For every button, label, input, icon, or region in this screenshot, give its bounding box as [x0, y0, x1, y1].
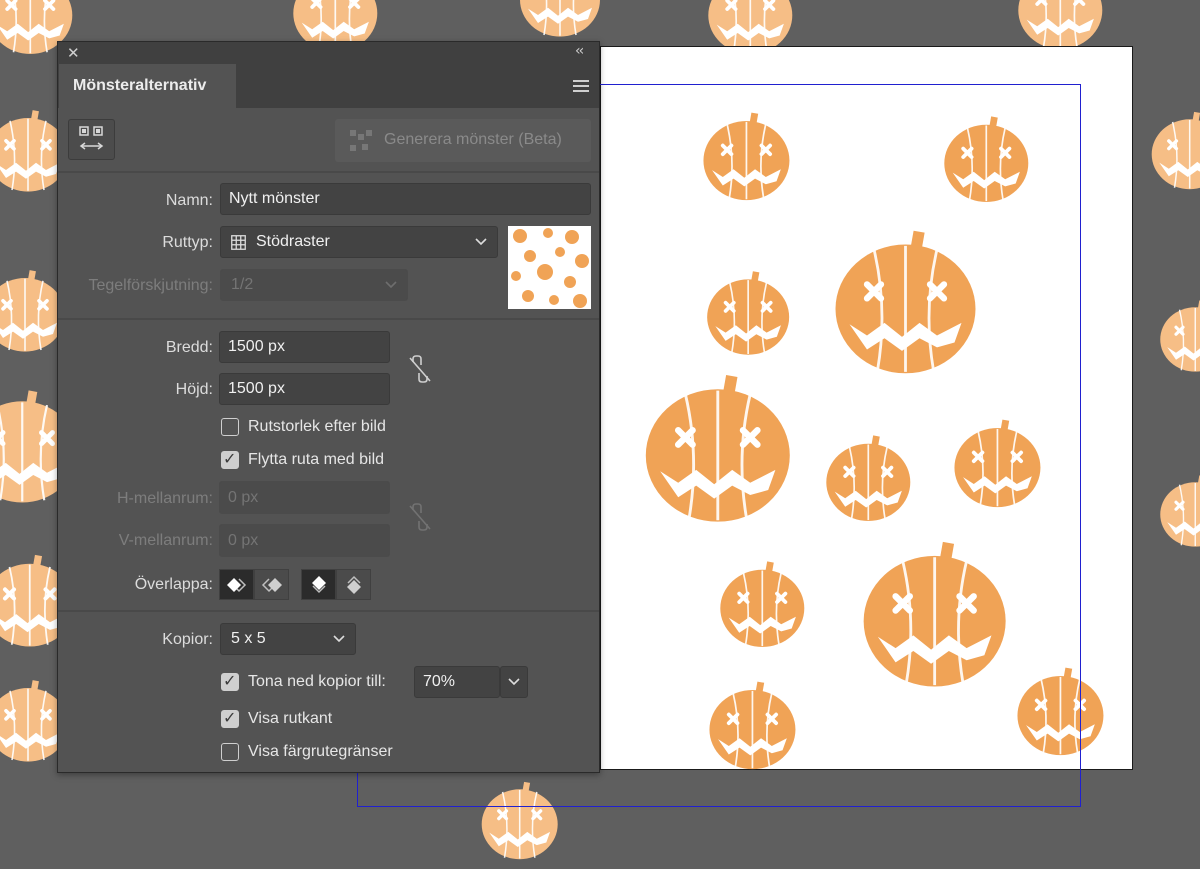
width-value: 1500 px: [228, 338, 285, 355]
pumpkin-copy: [514, 0, 606, 46]
width-field[interactable]: 1500 px: [219, 331, 390, 363]
unlinked-proportions-icon[interactable]: [407, 354, 433, 384]
pattern-preview-thumbnail: [508, 226, 591, 309]
show-tile-edge-label: Visa rutkant: [248, 710, 333, 727]
unlinked-spacing-icon[interactable]: [407, 502, 433, 532]
chevron-down-icon: [475, 238, 487, 246]
height-label: Höjd:: [175, 381, 213, 398]
pattern-preview-image: [511, 228, 589, 308]
brick-offset-label: Tegelförskjutning:: [88, 277, 213, 294]
show-swatch-bounds-label: Visa färgrutegränser: [248, 743, 393, 760]
divider: [58, 171, 599, 173]
v-spacing-value: 0 px: [228, 531, 259, 549]
pumpkin-copy: [1155, 295, 1200, 381]
tile-type-select[interactable]: Stödraster: [220, 226, 498, 258]
overlap-label: Överlappa:: [134, 576, 213, 593]
copies-value: 5 x 5: [231, 630, 266, 647]
close-icon[interactable]: ✕: [67, 44, 80, 62]
show-tile-edge-checkbox[interactable]: [221, 708, 239, 728]
dim-copies-field[interactable]: 70%: [414, 666, 500, 698]
panel-titlebar: [58, 42, 599, 64]
overlap-bottom-in-front-button[interactable]: [336, 569, 371, 600]
height-value: 1500 px: [228, 380, 285, 397]
chevron-down-icon: [385, 281, 397, 289]
size-tile-to-art-checkbox[interactable]: [221, 418, 239, 436]
h-spacing-field[interactable]: 0 px: [219, 481, 390, 514]
h-spacing-value: 0 px: [228, 488, 259, 506]
grid-icon: [231, 234, 246, 250]
pattern-tile-tool-icon: [79, 126, 104, 150]
name-label: Namn:: [165, 192, 213, 209]
dim-copies-label: Tona ned kopior till:: [248, 673, 386, 690]
generate-pattern-button[interactable]: Generera mönster (Beta): [335, 119, 591, 162]
divider: [58, 610, 599, 612]
chevron-down-icon: [333, 635, 345, 643]
brick-offset-value: 1/2: [231, 276, 254, 293]
overlap-left-in-front-icon: [226, 577, 246, 592]
move-tile-with-art-checkbox[interactable]: [221, 449, 239, 469]
dim-copies-checkbox[interactable]: [221, 671, 239, 691]
overlap-bottom-in-front-icon: [346, 575, 361, 594]
move-tile-with-art-label: Flytta ruta med bild: [248, 451, 385, 468]
size-tile-to-art-label: Rutstorlek efter bild: [248, 418, 386, 435]
pattern-tile-tool-button[interactable]: [68, 119, 115, 160]
overlap-top-in-front-icon: [311, 575, 326, 593]
overlap-right-in-front-button[interactable]: [254, 569, 289, 600]
show-swatch-bounds-checkbox[interactable]: [221, 743, 239, 761]
overlap-top-in-front-button[interactable]: [301, 569, 336, 600]
divider: [58, 318, 599, 320]
pattern-options-panel: ✕ ‹‹ Mönsteralternativ Generera mönster …: [57, 41, 600, 773]
name-value: Nytt mönster: [229, 190, 320, 207]
panel-menu-icon[interactable]: [573, 80, 589, 92]
name-field[interactable]: Nytt mönster: [220, 183, 591, 215]
v-spacing-label: V-mellanrum:: [118, 532, 213, 549]
pumpkin-copy: [1155, 470, 1200, 556]
tab-pattern-options[interactable]: Mönsteralternativ: [59, 64, 236, 108]
copies-select[interactable]: 5 x 5: [220, 623, 356, 655]
pumpkin-copy: [1146, 106, 1200, 198]
width-label: Bredd:: [165, 339, 213, 356]
generate-pattern-label: Generera mönster (Beta): [384, 131, 562, 148]
dim-copies-value: 70%: [423, 673, 456, 690]
chevron-down-icon: [508, 678, 520, 686]
brick-offset-select[interactable]: 1/2: [220, 269, 408, 301]
dim-copies-dropdown[interactable]: [500, 666, 528, 698]
h-spacing-label: H-mellanrum:: [116, 490, 213, 507]
height-field[interactable]: 1500 px: [219, 373, 390, 405]
tile-type-label: Ruttyp:: [162, 234, 213, 251]
generate-pattern-icon: [350, 130, 372, 151]
overlap-right-in-front-icon: [261, 577, 282, 592]
overlap-left-in-front-button[interactable]: [219, 569, 254, 600]
v-spacing-field[interactable]: 0 px: [219, 524, 390, 557]
tile-type-value: Stödraster: [256, 233, 330, 250]
copies-label: Kopior:: [162, 631, 213, 648]
collapse-icon[interactable]: ‹‹: [575, 43, 584, 59]
